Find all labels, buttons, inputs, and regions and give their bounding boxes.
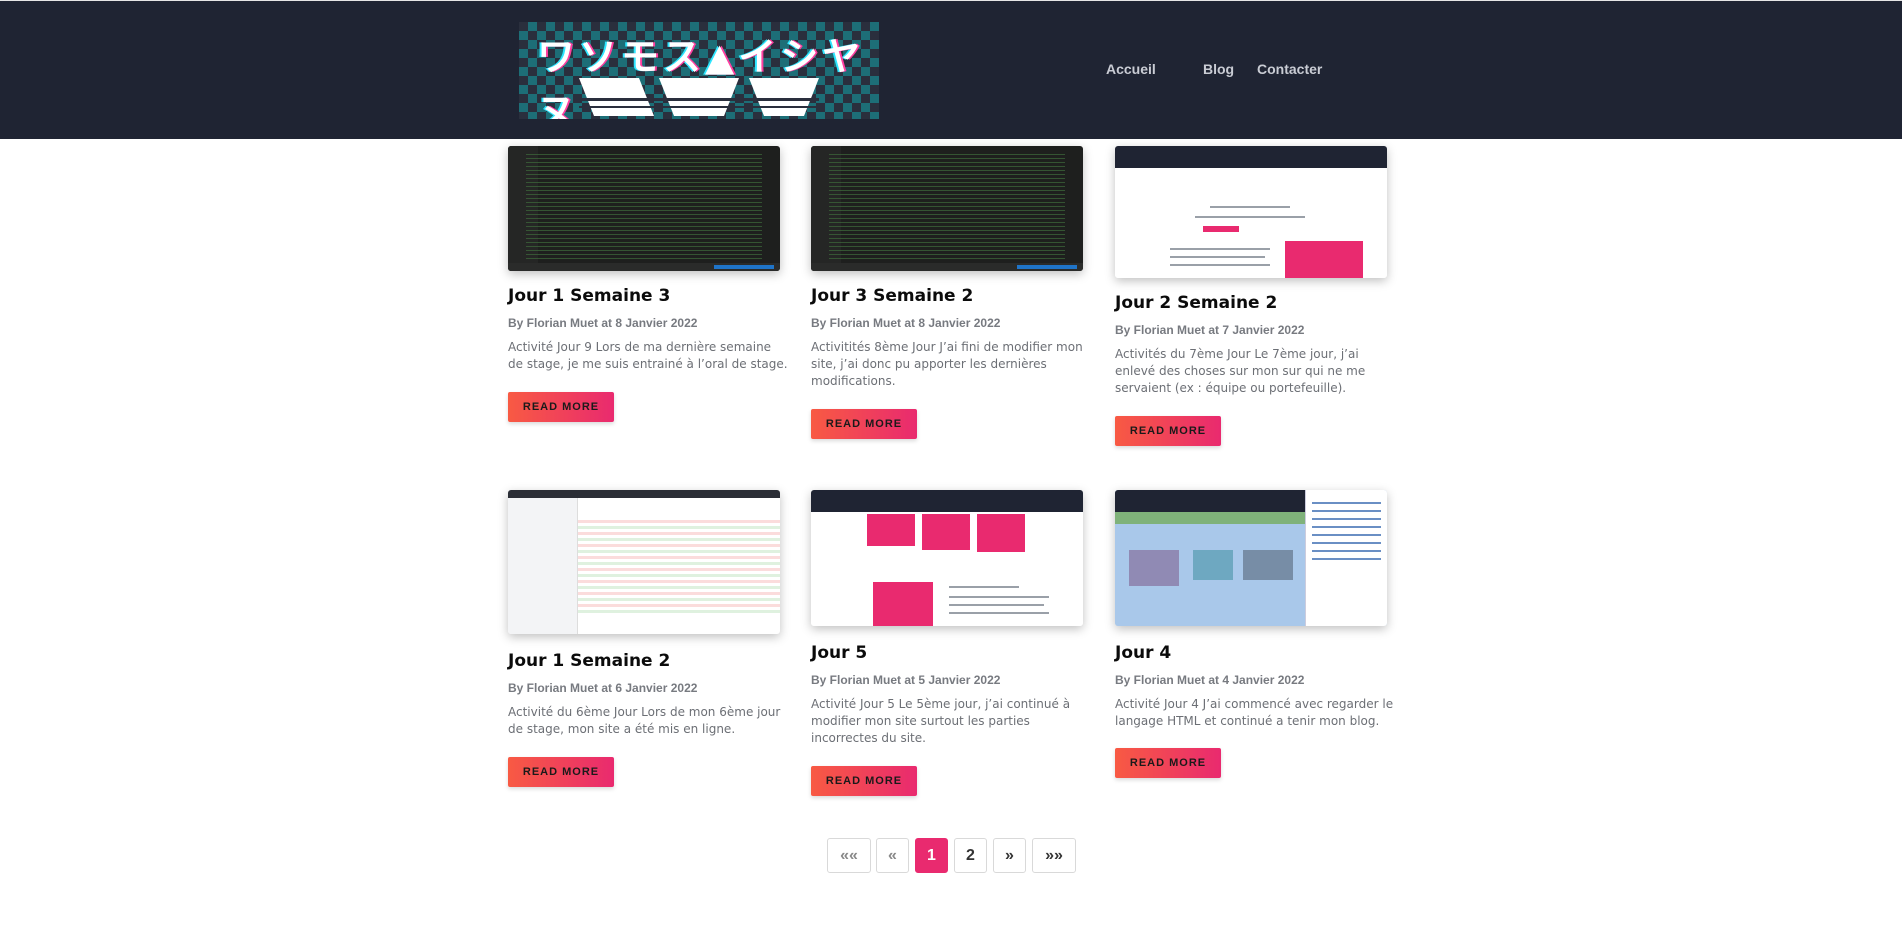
post-title[interactable]: Jour 5: [811, 643, 867, 663]
post-thumbnail[interactable]: [1115, 490, 1387, 626]
thumb-code-lines: [526, 154, 762, 261]
thumb-banner: [1115, 512, 1305, 524]
thumb-header: [811, 490, 1083, 512]
pagination-last-button[interactable]: »»: [1032, 838, 1076, 873]
thumb-statusbar: [508, 263, 780, 271]
post-meta: By Florian Muet at 6 Janvier 2022: [508, 681, 698, 695]
nav-link-contacter[interactable]: Contacter: [1257, 61, 1322, 77]
read-more-button[interactable]: READ MORE: [811, 766, 917, 796]
nav-link-accueil[interactable]: Accueil: [1106, 61, 1156, 77]
post-thumbnail[interactable]: [811, 146, 1083, 271]
thumb-code-lines: [829, 154, 1065, 261]
pagination-page-2[interactable]: 2: [954, 838, 987, 873]
post-excerpt: Activité Jour 4 J’ai commencé avec regar…: [1115, 697, 1394, 728]
read-more-button[interactable]: READ MORE: [508, 757, 614, 787]
thumb-diff-rows: [578, 520, 780, 614]
post-title[interactable]: Jour 1 Semaine 3: [508, 286, 670, 306]
pagination-prev-button[interactable]: «: [876, 838, 909, 873]
post-title[interactable]: Jour 4: [1115, 643, 1171, 663]
pagination-page-1[interactable]: 1: [915, 838, 948, 873]
pagination-first-button[interactable]: ««: [827, 838, 871, 873]
post-excerpt: Activité du 6ème Jour Lors de mon 6ème j…: [508, 705, 781, 736]
post-title[interactable]: Jour 2 Semaine 2: [1115, 293, 1277, 313]
post-meta: By Florian Muet at 7 Janvier 2022: [1115, 323, 1305, 337]
site-header: ワソモス▲イシヤヌ Accueil Blog Contacter: [0, 0, 1902, 139]
post-meta: By Florian Muet at 8 Janvier 2022: [508, 316, 698, 330]
logo-shapes-icon: [579, 78, 819, 116]
site-logo[interactable]: ワソモス▲イシヤヌ: [519, 22, 879, 119]
post-thumbnail[interactable]: [811, 490, 1083, 626]
post-excerpt: Activités du 7ème Jour Le 7ème jour, j’a…: [1115, 347, 1366, 395]
post-title[interactable]: Jour 1 Semaine 2: [508, 651, 670, 671]
read-more-button[interactable]: READ MORE: [811, 409, 917, 439]
post-thumbnail[interactable]: [508, 490, 780, 634]
read-more-button[interactable]: READ MORE: [1115, 416, 1221, 446]
read-more-button[interactable]: READ MORE: [508, 392, 614, 422]
post-excerpt: Activité Jour 9 Lors de ma dernière sema…: [508, 340, 788, 371]
read-more-button[interactable]: READ MORE: [1115, 748, 1221, 778]
post-title[interactable]: Jour 3 Semaine 2: [811, 286, 973, 306]
thumb-content: [811, 512, 1083, 626]
post-meta: By Florian Muet at 5 Janvier 2022: [811, 673, 1001, 687]
post-excerpt: Activitités 8ème Jour J’ai fini de modif…: [811, 340, 1083, 388]
pagination-next-button[interactable]: »: [993, 838, 1026, 873]
thumb-statusbar: [811, 263, 1083, 271]
thumb-header: [1115, 490, 1305, 512]
post-excerpt: Activité Jour 5 Le 5ème jour, j’ai conti…: [811, 697, 1071, 745]
post-meta: By Florian Muet at 4 Janvier 2022: [1115, 673, 1305, 687]
thumb-devtools: [1305, 490, 1387, 626]
thumb-header: [1115, 146, 1387, 168]
post-thumbnail[interactable]: [1115, 146, 1387, 278]
post-thumbnail[interactable]: [508, 146, 780, 271]
thumb-content: [1115, 168, 1387, 278]
logo-graphic: [579, 78, 819, 116]
thumb-header: [508, 490, 780, 498]
nav-link-blog[interactable]: Blog: [1203, 61, 1234, 77]
post-meta: By Florian Muet at 8 Janvier 2022: [811, 316, 1001, 330]
thumb-file-list: [508, 498, 578, 634]
